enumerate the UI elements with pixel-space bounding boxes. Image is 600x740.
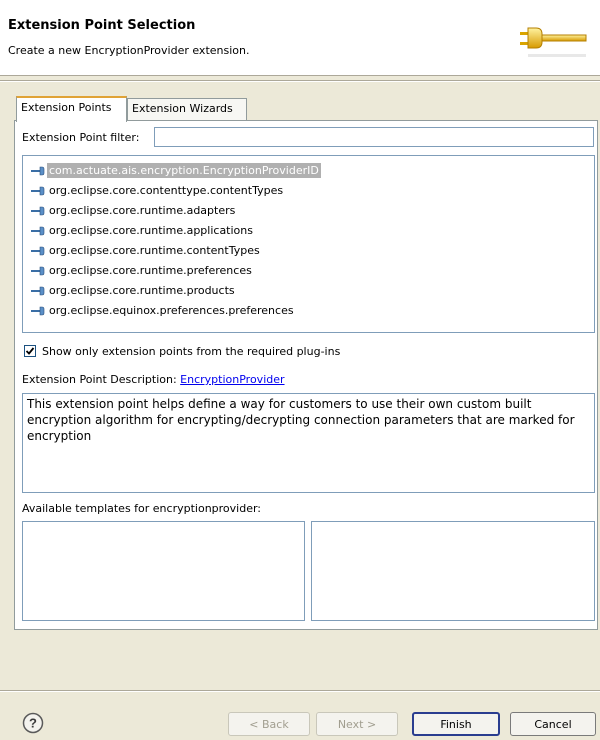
list-item[interactable]: org.eclipse.core.runtime.adapters xyxy=(31,201,237,220)
list-item-label: org.eclipse.equinox.preferences.preferen… xyxy=(49,304,294,317)
description-text: This extension point helps define a way … xyxy=(22,393,595,493)
description-label: Extension Point Description: EncryptionP… xyxy=(22,373,285,386)
filter-input[interactable] xyxy=(154,127,594,147)
show-required-checkbox[interactable] xyxy=(24,345,36,357)
next-button[interactable]: Next > xyxy=(316,712,398,736)
list-item[interactable]: org.eclipse.core.runtime.contentTypes xyxy=(31,241,262,260)
templates-label: Available templates for encryptionprovid… xyxy=(22,502,262,515)
checkmark-icon xyxy=(25,347,35,355)
wizard-banner: Extension Point Selection Create a new E… xyxy=(0,0,600,76)
banner-separator xyxy=(0,80,600,82)
extension-point-icon xyxy=(31,266,45,276)
extension-point-icon xyxy=(31,166,45,176)
tab-extension-wizards[interactable]: Extension Wizards xyxy=(127,98,247,122)
finish-button[interactable]: Finish xyxy=(412,712,500,736)
extension-point-list[interactable]: com.actuate.ais.encryption.EncryptionPro… xyxy=(22,155,595,333)
tab-extension-points[interactable]: Extension Points xyxy=(16,96,127,122)
template-description xyxy=(311,521,595,621)
list-item-label: org.eclipse.core.runtime.adapters xyxy=(49,204,236,217)
extension-point-icon xyxy=(31,226,45,236)
list-item[interactable]: com.actuate.ais.encryption.EncryptionPro… xyxy=(31,161,321,180)
description-label-text: Extension Point Description: xyxy=(22,373,177,386)
help-icon[interactable]: ? xyxy=(22,712,44,734)
back-button[interactable]: < Back xyxy=(228,712,310,736)
cancel-button[interactable]: Cancel xyxy=(510,712,596,736)
plug-icon xyxy=(520,27,587,57)
list-item[interactable]: org.eclipse.equinox.preferences.preferen… xyxy=(31,301,296,320)
list-item[interactable]: org.eclipse.core.runtime.applications xyxy=(31,221,255,240)
extension-point-icon xyxy=(31,286,45,296)
list-item-label: org.eclipse.core.runtime.preferences xyxy=(49,264,252,277)
list-item[interactable]: org.eclipse.core.contenttype.contentType… xyxy=(31,181,285,200)
extension-point-icon xyxy=(31,306,45,316)
help-icon-glyph: ? xyxy=(29,716,37,731)
extension-point-icon xyxy=(31,186,45,196)
show-required-label: Show only extension points from the requ… xyxy=(42,345,341,358)
list-item-label: org.eclipse.core.runtime.products xyxy=(49,284,235,297)
page-description: Create a new EncryptionProvider extensio… xyxy=(8,44,250,57)
description-link[interactable]: EncryptionProvider xyxy=(180,373,284,386)
list-item[interactable]: org.eclipse.core.runtime.products xyxy=(31,281,237,300)
list-item-label: org.eclipse.core.contenttype.contentType… xyxy=(49,184,284,197)
button-bar-separator xyxy=(0,690,600,692)
extension-point-icon xyxy=(31,206,45,216)
list-item-label: com.actuate.ais.encryption.EncryptionPro… xyxy=(47,163,321,178)
templates-list[interactable] xyxy=(22,521,305,621)
page-title: Extension Point Selection xyxy=(8,18,196,33)
filter-label: Extension Point filter: xyxy=(22,131,140,144)
list-item[interactable]: org.eclipse.core.runtime.preferences xyxy=(31,261,254,280)
list-item-label: org.eclipse.core.runtime.contentTypes xyxy=(49,244,260,257)
list-item-label: org.eclipse.core.runtime.applications xyxy=(49,224,253,237)
extension-point-icon xyxy=(31,246,45,256)
